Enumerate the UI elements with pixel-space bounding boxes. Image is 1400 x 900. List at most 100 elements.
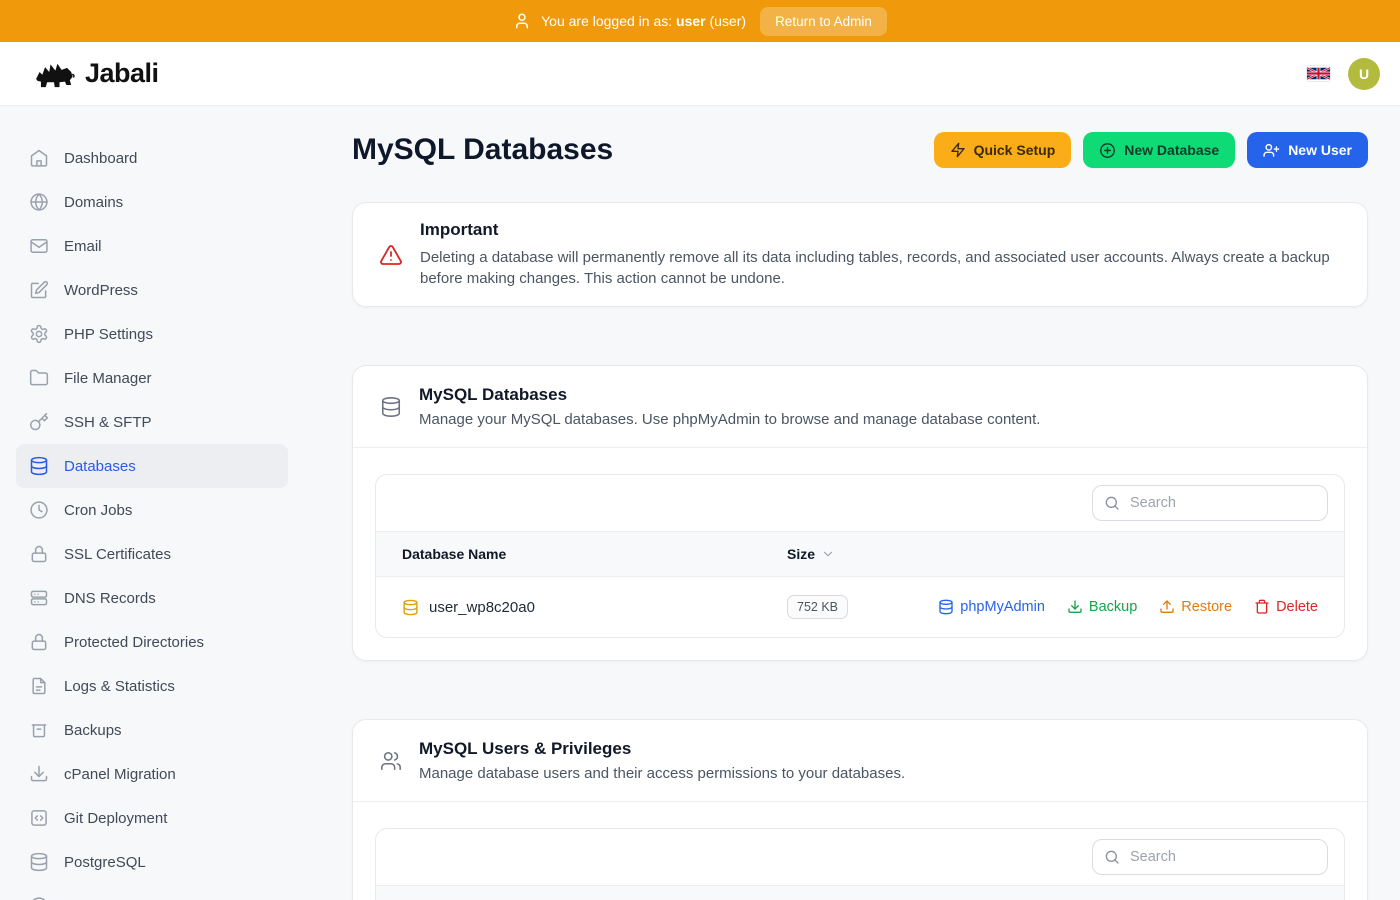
code-square-icon — [29, 808, 49, 828]
database-icon — [29, 852, 49, 872]
users-section-title: MySQL Users & Privileges — [419, 739, 905, 759]
sidebar-item-label: PostgreSQL — [64, 854, 146, 871]
databases-section-subtitle: Manage your MySQL databases. Use phpMyAd… — [419, 411, 1040, 428]
sidebar-item-git-deployment[interactable]: Git Deployment — [16, 796, 288, 840]
database-icon — [938, 599, 954, 615]
sidebar-item-label: Databases — [64, 458, 136, 475]
users-section-card: MySQL Users & Privileges Manage database… — [352, 719, 1368, 900]
sidebar-item-cron-jobs[interactable]: Cron Jobs — [16, 488, 288, 532]
sidebar-item-label: Logs & Statistics — [64, 678, 175, 695]
backup-label: Backup — [1089, 599, 1137, 615]
sidebar-item-dashboard[interactable]: Dashboard — [16, 136, 288, 180]
delete-label: Delete — [1276, 599, 1318, 615]
database-row: user_wp8c20a0 752 KB phpMyAdmin Backup — [376, 577, 1344, 637]
logged-in-text: You are logged in as: user (user) — [541, 13, 746, 29]
sidebar-item-partial[interactable] — [16, 884, 288, 900]
sidebar-item-databases[interactable]: Databases — [16, 444, 288, 488]
key-icon — [29, 412, 49, 432]
logged-in-as: You are logged in as: user (user) — [513, 12, 746, 30]
databases-section-title: MySQL Databases — [419, 385, 1040, 405]
sidebar-item-php-settings[interactable]: PHP Settings — [16, 312, 288, 356]
quick-setup-label: Quick Setup — [974, 142, 1056, 158]
server-icon — [29, 588, 49, 608]
mail-icon — [29, 236, 49, 256]
sidebar-item-label: WordPress — [64, 282, 138, 299]
size-badge: 752 KB — [787, 595, 848, 619]
column-size-sort[interactable]: Size — [787, 546, 1318, 562]
phpmyadmin-link[interactable]: phpMyAdmin — [938, 599, 1045, 615]
sidebar-item-dns-records[interactable]: DNS Records — [16, 576, 288, 620]
sidebar-item-label: Backups — [64, 722, 122, 739]
brand-name: Jabali — [85, 58, 159, 89]
sidebar-item-backups[interactable]: Backups — [16, 708, 288, 752]
main-content: MySQL Databases Quick Setup New Database… — [288, 106, 1400, 900]
sidebar-item-label: PHP Settings — [64, 326, 153, 343]
backup-link[interactable]: Backup — [1067, 599, 1137, 615]
sidebar-item-cpanel-migration[interactable]: cPanel Migration — [16, 752, 288, 796]
warning-body: Deleting a database will permanently rem… — [420, 247, 1341, 289]
download-icon — [29, 764, 49, 784]
databases-table-header: Database Name Size — [376, 531, 1344, 577]
globe-icon — [29, 192, 49, 212]
warning-title: Important — [420, 220, 1341, 240]
new-user-label: New User — [1288, 142, 1352, 158]
clock-icon — [29, 500, 49, 520]
page-title: MySQL Databases — [352, 133, 613, 167]
boar-logo-icon — [32, 57, 76, 91]
sidebar-item-ssh-sftp[interactable]: SSH & SFTP — [16, 400, 288, 444]
return-to-admin-button[interactable]: Return to Admin — [760, 7, 887, 36]
upload-icon — [1159, 599, 1175, 615]
sidebar-item-protected-directories[interactable]: Protected Directories — [16, 620, 288, 664]
new-database-label: New Database — [1124, 142, 1219, 158]
sidebar-item-ssl-certificates[interactable]: SSL Certificates — [16, 532, 288, 576]
new-database-button[interactable]: New Database — [1083, 132, 1235, 168]
app-header: Jabali U — [0, 42, 1400, 106]
lock-icon — [29, 544, 49, 564]
uk-flag-icon[interactable] — [1307, 66, 1330, 81]
important-warning-card: Important Deleting a database will perma… — [352, 202, 1368, 307]
sidebar-item-label: Domains — [64, 194, 123, 211]
users-table-header: User Database Privileges — [376, 885, 1344, 900]
trash-icon — [1254, 599, 1270, 615]
new-user-button[interactable]: New User — [1247, 132, 1368, 168]
restore-label: Restore — [1181, 599, 1232, 615]
sidebar-item-label: Dashboard — [64, 150, 137, 167]
pen-square-icon — [29, 280, 49, 300]
sidebar-item-label: cPanel Migration — [64, 766, 176, 783]
lightning-icon — [950, 142, 966, 158]
sidebar-item-label: Protected Directories — [64, 634, 204, 651]
lock-icon — [29, 632, 49, 652]
database-icon — [402, 599, 419, 616]
restore-link[interactable]: Restore — [1159, 599, 1232, 615]
folder-icon — [29, 368, 49, 388]
sidebar-item-label: DNS Records — [64, 590, 156, 607]
sidebar-item-file-manager[interactable]: File Manager — [16, 356, 288, 400]
impersonation-banner: You are logged in as: user (user) Return… — [0, 0, 1400, 42]
sidebar-item-postgresql[interactable]: PostgreSQL — [16, 840, 288, 884]
databases-search-input[interactable] — [1092, 485, 1328, 521]
gear-icon — [29, 324, 49, 344]
file-text-icon — [29, 676, 49, 696]
sidebar-item-label: Git Deployment — [64, 810, 167, 827]
databases-section-card: MySQL Databases Manage your MySQL databa… — [352, 365, 1368, 661]
quick-setup-button[interactable]: Quick Setup — [934, 132, 1072, 168]
users-icon — [380, 750, 402, 772]
sidebar-item-email[interactable]: Email — [16, 224, 288, 268]
delete-link[interactable]: Delete — [1254, 599, 1318, 615]
column-size-label: Size — [787, 546, 815, 562]
warning-triangle-icon — [379, 243, 403, 267]
sidebar: Dashboard Domains Email WordPress PHP Se… — [0, 106, 288, 900]
database-name: user_wp8c20a0 — [429, 599, 535, 616]
avatar[interactable]: U — [1348, 58, 1380, 90]
download-icon — [1067, 599, 1083, 615]
column-database-name: Database Name — [402, 546, 787, 562]
sidebar-item-logs-statistics[interactable]: Logs & Statistics — [16, 664, 288, 708]
sidebar-item-label: Email — [64, 238, 102, 255]
sidebar-item-domains[interactable]: Domains — [16, 180, 288, 224]
users-search-input[interactable] — [1092, 839, 1328, 875]
sidebar-item-label: SSL Certificates — [64, 546, 171, 563]
archive-icon — [29, 720, 49, 740]
brand-logo[interactable]: Jabali — [32, 57, 159, 91]
sidebar-item-wordpress[interactable]: WordPress — [16, 268, 288, 312]
chevron-down-icon — [821, 547, 835, 561]
